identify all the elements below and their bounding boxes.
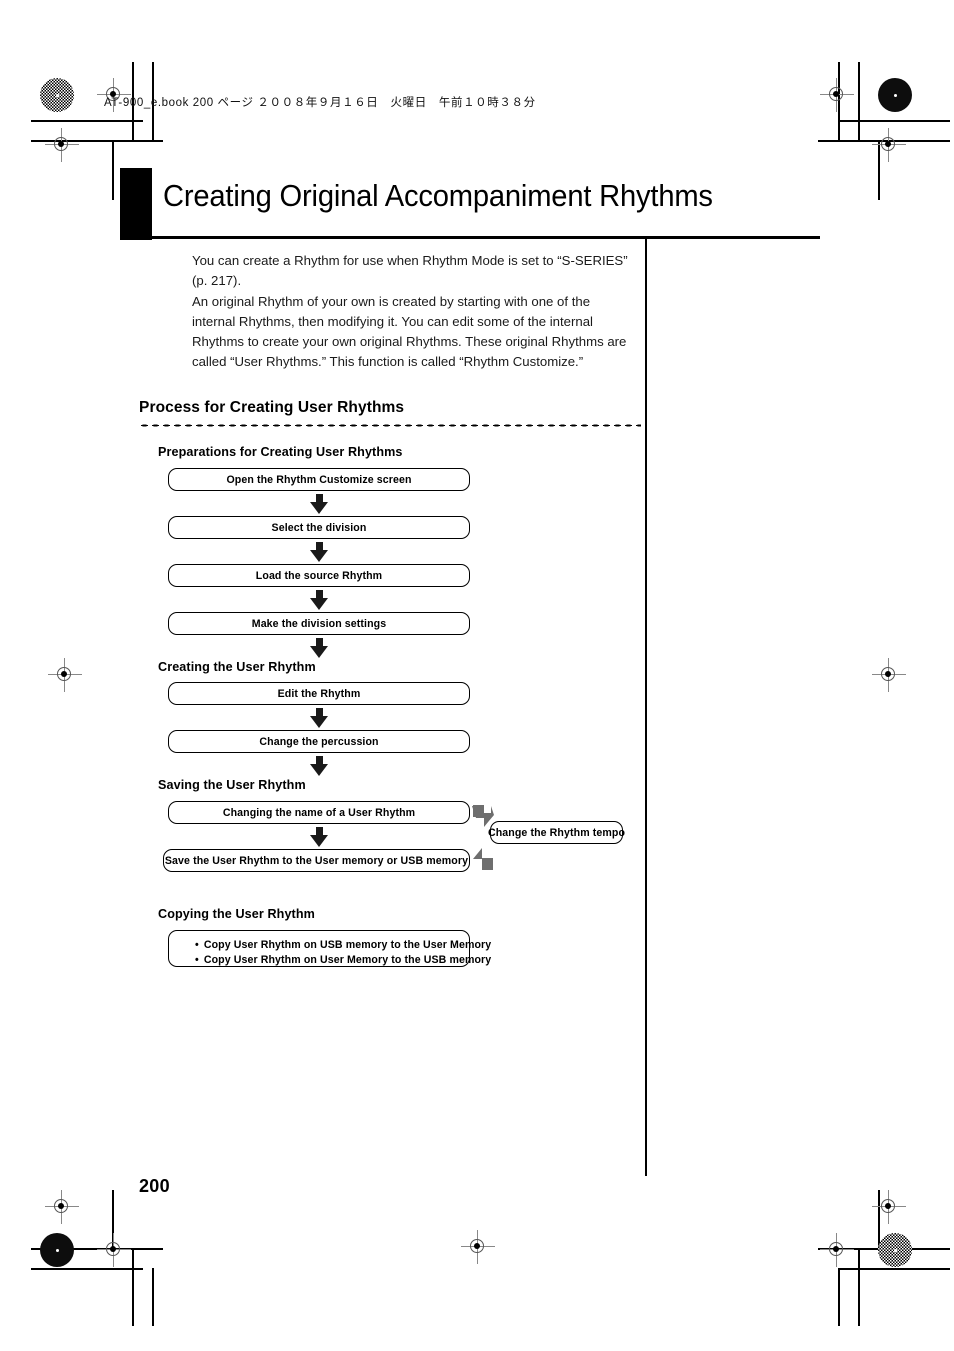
registration-cross-right-middle — [872, 658, 906, 692]
flow-group-heading-copying: Copying the User Rhythm — [158, 907, 315, 921]
flow-step-change-the-percussion[interactable]: Change the percussion — [168, 730, 470, 753]
intro-text: You can create a Rhythm for use when Rhy… — [192, 251, 634, 372]
flow-step-copy-user-rhythm-options[interactable]: Copy User Rhythm on USB memory to the Us… — [168, 930, 491, 968]
flow-arrow-down-1 — [310, 494, 329, 514]
flow-arrow-diagonal-from-tempo — [470, 845, 496, 871]
crop-mark-bottom-left-h2 — [31, 1268, 143, 1270]
flow-arrow-down-7 — [310, 827, 329, 847]
page-title: Creating Original Accompaniment Rhythms — [163, 178, 713, 213]
registration-cross-bottom-right — [820, 1233, 854, 1267]
flow-group-heading-preparations: Preparations for Creating User Rhythms — [158, 445, 403, 459]
section-dotted-rule — [139, 424, 641, 427]
flow-step-make-the-division-settings[interactable]: Make the division settings — [168, 612, 470, 635]
copy-option-usb-to-user: Copy User Rhythm on USB memory to the Us… — [195, 938, 491, 953]
section-heading: Process for Creating User Rhythms — [139, 399, 405, 416]
registration-cross-bottom-left — [97, 1233, 131, 1267]
flow-arrow-down-3 — [310, 590, 329, 610]
flow-arrow-down-6 — [310, 756, 329, 776]
registration-cross-right-lower — [872, 1190, 906, 1224]
flow-step-change-the-rhythm-tempo[interactable]: Change the Rhythm tempo — [488, 821, 625, 844]
crop-mark-top-left-h1 — [31, 120, 143, 122]
registration-cross-right-upper — [872, 128, 906, 162]
registration-cross-left-upper — [45, 128, 79, 162]
registration-cross-bottom-middle — [461, 1230, 495, 1264]
registration-cross-left-middle — [48, 658, 82, 692]
flow-step-save-user-rhythm[interactable]: Save the User Rhythm to the User memory … — [163, 849, 470, 872]
flow-arrow-down-5 — [310, 708, 329, 728]
crop-mark-top-right-v2 — [858, 62, 860, 140]
flow-group-heading-creating: Creating the User Rhythm — [158, 660, 316, 674]
flow-arrow-down-2 — [310, 542, 329, 562]
registration-cross-left-lower — [45, 1190, 79, 1224]
crop-mark-bottom-left-v1 — [132, 1248, 134, 1326]
title-accent-block — [120, 168, 152, 240]
book-file-slug: AT-900_e.book 200 ページ ２００８年９月１６日 火曜日 午前１… — [104, 97, 536, 109]
crop-mark-bottom-right-v2 — [838, 1268, 840, 1326]
copy-option-user-to-usb: Copy User Rhythm on User Memory to the U… — [195, 953, 491, 968]
flow-step-load-the-source-rhythm[interactable]: Load the source Rhythm — [168, 564, 470, 587]
title-underline-rule — [120, 236, 820, 239]
registration-target-top-right — [878, 78, 912, 112]
column-divider-rule — [645, 238, 647, 1176]
flow-arrow-down-4 — [310, 638, 329, 658]
flow-group-heading-saving: Saving the User Rhythm — [158, 778, 306, 792]
crop-mark-top-left-v3 — [112, 140, 114, 200]
page-number: 200 — [139, 1176, 170, 1196]
flow-step-edit-the-rhythm[interactable]: Edit the Rhythm — [168, 682, 470, 705]
crop-mark-bottom-left-v2 — [152, 1268, 154, 1326]
registration-target-bottom-left — [40, 1233, 74, 1267]
crop-mark-bottom-right-h2 — [838, 1268, 950, 1270]
registration-target-bottom-right — [878, 1233, 912, 1267]
registration-cross-top-right — [820, 78, 854, 112]
intro-paragraph-2: An original Rhythm of your own is create… — [192, 294, 627, 369]
flow-step-select-the-division[interactable]: Select the division — [168, 516, 470, 539]
flow-step-open-rhythm-customize-screen[interactable]: Open the Rhythm Customize screen — [168, 468, 470, 491]
flow-step-changing-user-rhythm-name[interactable]: Changing the name of a User Rhythm — [168, 801, 470, 824]
crop-mark-bottom-right-v1 — [858, 1248, 860, 1326]
crop-mark-top-right-h1 — [838, 120, 950, 122]
registration-target-top-left — [40, 78, 74, 112]
intro-paragraph-1: You can create a Rhythm for use when Rhy… — [192, 253, 628, 288]
